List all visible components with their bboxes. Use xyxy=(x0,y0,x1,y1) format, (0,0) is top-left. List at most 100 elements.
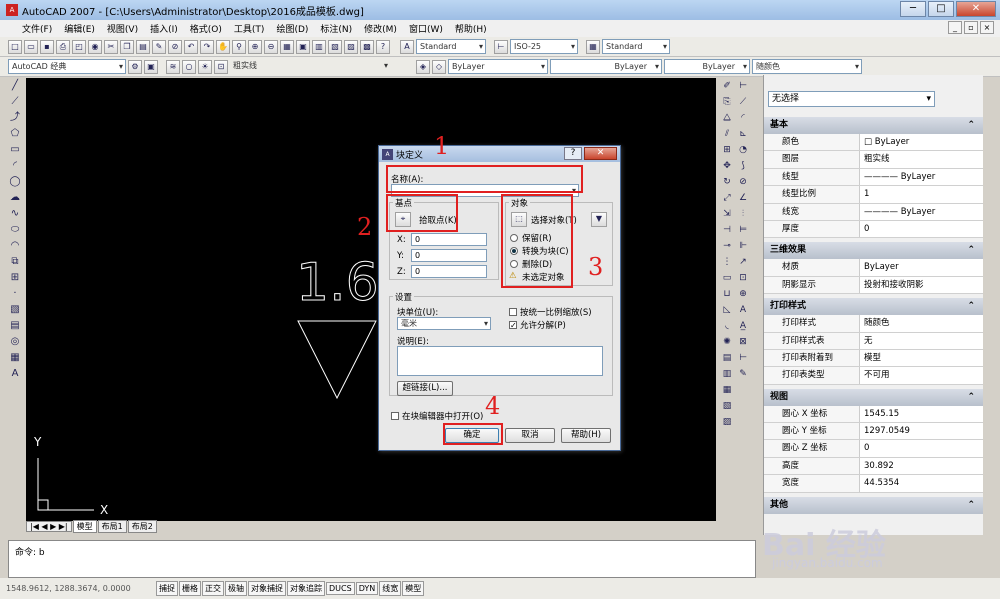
prop-row[interactable]: 圆心 X 坐标 1545.15 xyxy=(764,405,983,424)
menu-insert[interactable]: 插入(I) xyxy=(144,22,184,35)
open-editor-checkbox[interactable] xyxy=(391,412,399,420)
block-editor-icon[interactable]: ⊘ xyxy=(168,39,182,54)
hatch-icon[interactable]: ▧ xyxy=(8,304,22,318)
stretch-icon[interactable]: ⇲ xyxy=(720,208,734,222)
draworder-3-icon[interactable]: ▦ xyxy=(720,384,734,398)
section-title[interactable]: 视图 xyxy=(764,388,983,406)
dialog-help-btn[interactable]: 帮助(H) xyxy=(561,428,611,443)
dialog-close-button[interactable]: ✕ xyxy=(584,147,617,160)
revcloud-icon[interactable]: ☁ xyxy=(8,192,22,206)
draworder-1-icon[interactable]: ▤ xyxy=(720,352,734,366)
prop-value[interactable]: 模型 xyxy=(860,349,983,367)
tab-nav-icon[interactable]: |◀ ◀ ▶ ▶| xyxy=(26,521,72,532)
offset-icon[interactable]: ⫽ xyxy=(720,128,734,142)
erase-icon[interactable]: ✐ xyxy=(720,80,734,94)
doc-close-button[interactable]: × xyxy=(980,21,994,34)
prop-value[interactable]: ByLayer xyxy=(860,259,983,276)
polyline-icon[interactable]: ⤴ xyxy=(8,112,22,126)
baseline-icon[interactable]: ⊨ xyxy=(736,224,750,238)
gradient-icon[interactable]: ▤ xyxy=(8,320,22,334)
tolerance-icon[interactable]: ⊡ xyxy=(736,272,750,286)
base-z-input[interactable]: 0 xyxy=(411,265,487,278)
copy-icon[interactable]: ❐ xyxy=(120,39,134,54)
break-point-icon[interactable]: ⋮ xyxy=(720,256,734,270)
layer-select[interactable]: 粗实线 xyxy=(230,59,390,74)
rotate-icon[interactable]: ↻ xyxy=(720,176,734,190)
prop-value[interactable]: 0 xyxy=(860,440,983,457)
construction-line-icon[interactable]: ⟋ xyxy=(8,96,22,110)
prop-row[interactable]: 线型比例 1 xyxy=(764,186,983,204)
prop-row[interactable]: 图层 粗实线 xyxy=(764,151,983,169)
angular-icon[interactable]: ∠ xyxy=(736,192,750,206)
draworder-5-icon[interactable]: ▨ xyxy=(720,416,734,430)
dimedit-icon[interactable]: A xyxy=(736,304,750,318)
hyperlink-button[interactable]: 超链接(L)... xyxy=(397,381,453,396)
section-title[interactable]: 三维效果 xyxy=(764,242,983,260)
menu-draw[interactable]: 绘图(D) xyxy=(270,22,314,35)
prop-row[interactable]: 阴影显示 投射和接收阴影 xyxy=(764,276,983,295)
cut-icon[interactable]: ✂ xyxy=(104,39,118,54)
leader-icon[interactable]: ↗ xyxy=(736,256,750,270)
layer-manager-icon[interactable]: ≋ xyxy=(166,59,180,74)
diameter-icon[interactable]: ⊘ xyxy=(736,176,750,190)
draworder-4-icon[interactable]: ▧ xyxy=(720,400,734,414)
workspace-save-icon[interactable]: ▣ xyxy=(144,59,158,74)
layer-previous-icon[interactable]: ◇ xyxy=(432,59,446,74)
menu-tools[interactable]: 工具(T) xyxy=(228,22,271,35)
prop-value[interactable]: 随颜色 xyxy=(860,315,983,332)
aligned-dim-icon[interactable]: ⟋ xyxy=(736,96,750,110)
quick-dim-icon[interactable]: ⫶ xyxy=(736,208,750,222)
status-lwt[interactable]: 线宽 xyxy=(379,581,402,596)
status-ducs[interactable]: DUCS xyxy=(326,582,355,595)
prop-value[interactable]: 30.892 xyxy=(860,457,983,475)
draworder-2-icon[interactable]: ▥ xyxy=(720,368,734,382)
arc-icon[interactable]: ◜ xyxy=(8,160,22,174)
dim-tool-icon[interactable]: ✎ xyxy=(736,368,750,382)
ellipse-icon[interactable]: ⬭ xyxy=(8,224,22,238)
calculator-icon[interactable]: ▩ xyxy=(360,39,374,54)
trim-icon[interactable]: ⊣ xyxy=(720,224,734,238)
maximize-button[interactable]: □ xyxy=(928,1,954,17)
plot-icon[interactable]: ⎙ xyxy=(56,39,70,54)
prop-row[interactable]: 线宽 ———— ByLayer xyxy=(764,203,983,221)
zoom-previous-icon[interactable]: ⊖ xyxy=(264,39,278,54)
status-snap[interactable]: 捕捉 xyxy=(156,581,178,596)
prop-value[interactable]: □ ByLayer xyxy=(860,134,983,151)
copy-object-icon[interactable]: ⎘ xyxy=(720,96,734,110)
continue-icon[interactable]: ⊩ xyxy=(736,240,750,254)
prop-value[interactable]: ———— ByLayer xyxy=(860,168,983,186)
prop-value[interactable]: 44.5354 xyxy=(860,475,983,492)
paste-icon[interactable]: ▤ xyxy=(136,39,150,54)
insert-block-icon[interactable]: ⧉ xyxy=(8,256,22,270)
prop-row[interactable]: 宽度 44.5354 xyxy=(764,475,983,493)
dim-update-icon[interactable]: ⊠ xyxy=(736,336,750,350)
base-y-input[interactable]: 0 xyxy=(411,249,487,262)
prop-value[interactable]: 1545.15 xyxy=(860,405,983,423)
uniform-scale-checkbox[interactable] xyxy=(509,308,517,316)
new-icon[interactable]: □ xyxy=(8,39,22,54)
cancel-button[interactable]: 取消 xyxy=(505,428,555,443)
prop-row[interactable]: 材质 ByLayer xyxy=(764,259,983,277)
prop-value[interactable]: ———— ByLayer xyxy=(860,203,983,220)
region-icon[interactable]: ◎ xyxy=(8,336,22,350)
status-osnap[interactable]: 对象捕捉 xyxy=(248,581,286,596)
redo-icon[interactable]: ↷ xyxy=(200,39,214,54)
plotstyle-select[interactable]: 随颜色 xyxy=(752,59,862,74)
make-block-icon[interactable]: ⊞ xyxy=(8,272,22,286)
status-ortho[interactable]: 正交 xyxy=(202,581,224,596)
prop-row[interactable]: 打印样式 随颜色 xyxy=(764,315,983,333)
menu-edit[interactable]: 编辑(E) xyxy=(58,22,101,35)
join-icon[interactable]: ⊔ xyxy=(720,288,734,302)
properties-icon[interactable]: ▦ xyxy=(280,39,294,54)
status-model[interactable]: 模型 xyxy=(402,581,425,596)
prop-row[interactable]: 颜色 □ ByLayer xyxy=(764,134,983,152)
line-icon[interactable]: ╱ xyxy=(8,80,22,94)
status-polar[interactable]: 极轴 xyxy=(225,581,247,596)
markup-icon[interactable]: ▨ xyxy=(344,39,358,54)
menu-file[interactable]: 文件(F) xyxy=(16,22,58,35)
prop-row[interactable]: 厚度 0 xyxy=(764,220,983,239)
dimtedit-icon[interactable]: A̲ xyxy=(736,320,750,334)
table-style-select[interactable]: Standard xyxy=(602,39,670,54)
prop-row[interactable]: 打印表类型 不可用 xyxy=(764,367,983,385)
prop-row[interactable]: 打印表附着到 模型 xyxy=(764,349,983,368)
